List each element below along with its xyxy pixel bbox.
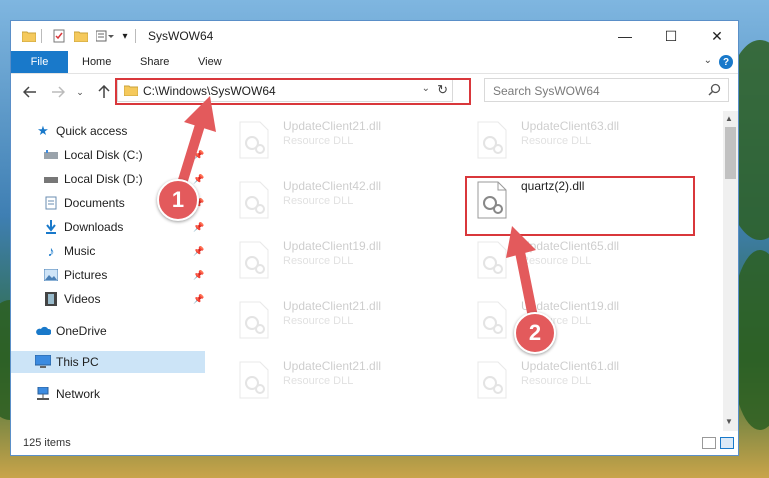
ribbon-expand-icon[interactable]: ⌄ (704, 55, 712, 66)
drive-icon (43, 147, 59, 163)
back-arrow-icon (23, 86, 36, 98)
large-icons-view-icon[interactable] (720, 437, 734, 449)
sidebar-item-this-pc[interactable]: This PC (11, 351, 205, 373)
file-item[interactable]: UpdateClient21.dll Resource DLL (235, 297, 455, 347)
window-title: SysWOW64 (148, 29, 214, 43)
sidebar-item-pictures[interactable]: Pictures 📌 (11, 264, 205, 286)
recent-locations-dropdown[interactable]: ⌄ (71, 83, 89, 101)
dll-file-icon (477, 121, 507, 159)
file-item[interactable]: UpdateClient19.dll Resource DLL (235, 237, 455, 287)
toolbar-dropdown-icon[interactable]: ▾ (119, 27, 131, 45)
network-icon (35, 386, 51, 402)
folder-icon (21, 27, 37, 45)
cloud-icon (35, 323, 51, 339)
separator (135, 29, 138, 43)
documents-icon (43, 195, 59, 211)
file-item[interactable]: UpdateClient21.dll Resource DLL (235, 357, 455, 407)
dll-file-icon (239, 181, 269, 219)
scroll-up-icon[interactable]: ▲ (725, 114, 733, 123)
view-toggle (702, 437, 734, 449)
tab-home[interactable]: Home (82, 51, 111, 73)
minimize-button[interactable]: — (602, 21, 648, 51)
pin-icon[interactable]: 📌 (193, 246, 204, 257)
dll-file-icon (239, 301, 269, 339)
up-arrow-icon (98, 85, 110, 98)
close-button[interactable]: ✕ (694, 21, 740, 51)
tab-share[interactable]: Share (140, 51, 169, 73)
new-folder-icon[interactable] (73, 27, 89, 45)
ribbon-tabs: File Home Share View ⌄ ? (11, 51, 738, 74)
separator (41, 29, 44, 43)
videos-icon (43, 291, 59, 307)
sidebar-item-network[interactable]: Network (11, 383, 205, 405)
status-item-count: 125 items (23, 437, 71, 449)
music-icon: ♪ (47, 243, 55, 259)
file-item[interactable]: UpdateClient42.dll Resource DLL (235, 177, 455, 227)
dll-file-icon (239, 121, 269, 159)
forward-button[interactable] (49, 83, 67, 101)
step-2-badge: 2 (514, 312, 556, 354)
downloads-icon (43, 219, 59, 235)
pin-icon[interactable]: 📌 (193, 270, 204, 281)
file-item[interactable]: UpdateClient63.dll Resource DLL (473, 117, 693, 167)
star-icon: ★ (37, 123, 49, 138)
search-icon[interactable] (708, 83, 721, 99)
file-item[interactable]: UpdateClient61.dll Resource DLL (473, 357, 693, 407)
details-view-icon[interactable] (702, 437, 716, 449)
computer-icon (35, 354, 51, 370)
forward-arrow-icon (52, 86, 65, 98)
vertical-scrollbar[interactable]: ▲ ▼ (723, 111, 738, 431)
search-box[interactable]: Search SysWOW64 (484, 78, 729, 102)
dll-file-icon (239, 241, 269, 279)
title-bar: ▾ SysWOW64 — ☐ ✕ (11, 21, 738, 51)
help-button[interactable]: ? (719, 55, 733, 69)
up-button[interactable] (95, 83, 113, 101)
maximize-button[interactable]: ☐ (648, 21, 694, 51)
tab-file[interactable]: File (11, 51, 68, 73)
sidebar-item-onedrive[interactable]: OneDrive (11, 320, 205, 342)
file-list: UpdateClient21.dll Resource DLL UpdateCl… (219, 111, 721, 431)
pin-icon[interactable]: 📌 (193, 222, 204, 233)
scrollbar-thumb[interactable] (725, 127, 736, 179)
dll-file-icon (477, 361, 507, 399)
back-button[interactable] (21, 83, 39, 101)
file-item[interactable]: UpdateClient21.dll Resource DLL (235, 117, 455, 167)
sidebar-item-music[interactable]: ♪ Music 📌 (11, 240, 205, 262)
search-input[interactable]: Search SysWOW64 (493, 84, 600, 98)
address-bar-highlight (115, 78, 471, 105)
drive-icon (43, 171, 59, 187)
tab-view[interactable]: View (198, 51, 222, 73)
pin-icon[interactable]: 📌 (193, 294, 204, 305)
dll-file-icon (239, 361, 269, 399)
customize-toolbar-icon[interactable] (95, 27, 115, 45)
pictures-icon (43, 267, 59, 283)
scroll-down-icon[interactable]: ▼ (725, 417, 733, 426)
properties-icon[interactable] (51, 27, 67, 45)
step-1-badge: 1 (157, 179, 199, 221)
sidebar-item-videos[interactable]: Videos 📌 (11, 288, 205, 310)
